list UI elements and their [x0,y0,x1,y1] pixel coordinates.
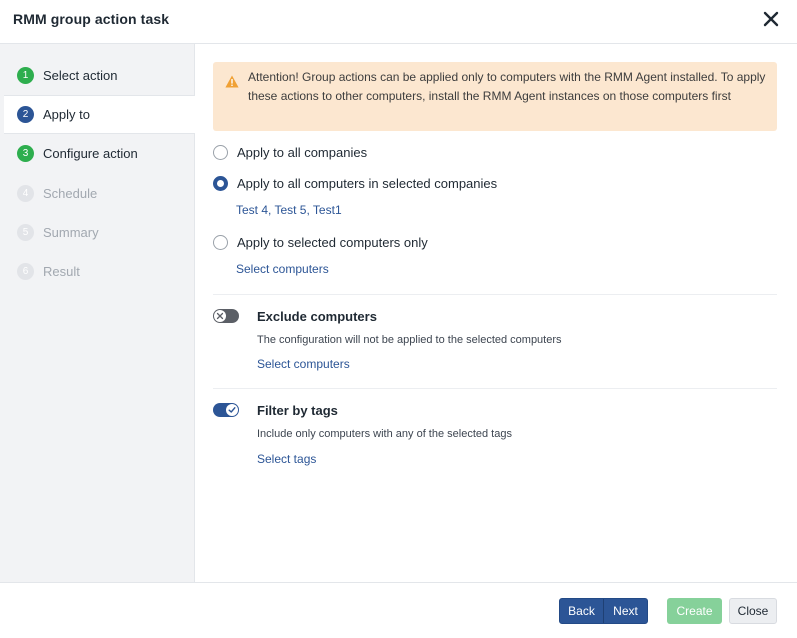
radio-button-checked[interactable] [213,176,228,191]
step-apply-to[interactable]: 2 Apply to [4,95,195,134]
step-schedule: 4 Schedule [4,174,195,213]
filter-by-tags-description: Include only computers with any of the s… [257,428,512,440]
divider [213,388,777,389]
step-number: 6 [17,263,34,280]
back-next-group: Back Next [559,598,648,624]
exclude-computers-description: The configuration will not be applied to… [257,334,562,346]
step-number: 2 [17,106,34,123]
warning-icon [225,75,239,88]
alert-text: Attention! Group actions can be applied … [248,70,766,103]
select-computers-link[interactable]: Select computers [236,262,329,276]
divider [213,294,777,295]
dialog: RMM group action task 1 Select action 2 … [0,0,797,638]
radio-apply-all-companies[interactable]: Apply to all companies [213,145,367,160]
step-label: Configure action [43,146,138,161]
step-select-action[interactable]: 1 Select action [4,56,195,95]
exclude-select-computers-link[interactable]: Select computers [257,357,350,371]
step-label: Apply to [43,107,90,122]
step-label: Schedule [43,186,98,201]
radio-button[interactable] [213,235,228,250]
close-icon[interactable] [760,8,782,30]
step-configure-action[interactable]: 3 Configure action [4,134,195,173]
step-label: Summary [43,225,99,240]
step-number: 1 [17,67,34,84]
wizard-steps: 1 Select action 2 Apply to 3 Configure a… [0,44,195,582]
radio-apply-selected-computers[interactable]: Apply to selected computers only [213,235,428,250]
selected-companies-link[interactable]: Test 4, Test 5, Test1 [236,203,342,217]
close-button[interactable]: Close [729,598,777,624]
dialog-footer: Back Next Create Close [0,582,797,638]
checkmark-icon [226,404,238,416]
radio-apply-selected-companies[interactable]: Apply to all computers in selected compa… [213,176,497,191]
exclude-computers-toggle[interactable] [213,309,239,323]
exclude-computers-title: Exclude computers [257,309,377,324]
next-button[interactable]: Next [603,599,647,623]
dialog-header: RMM group action task [0,0,797,44]
step-number: 4 [17,185,34,202]
step-label: Result [43,264,80,279]
dialog-title: RMM group action task [13,11,170,27]
radio-label: Apply to all companies [237,145,368,160]
attention-alert: Attention! Group actions can be applied … [213,62,777,131]
radio-label: Apply to selected computers only [237,235,428,250]
step-label: Select action [43,68,118,83]
step-summary: 5 Summary [4,213,195,252]
radio-button[interactable] [213,145,228,160]
filter-by-tags-title: Filter by tags [257,403,338,418]
back-button[interactable]: Back [560,599,603,623]
step-number: 3 [17,145,34,162]
filter-by-tags-toggle[interactable] [213,403,239,417]
radio-label: Apply to all computers in selected compa… [237,176,498,191]
create-button[interactable]: Create [667,598,722,624]
step-result: 6 Result [4,252,195,291]
select-tags-link[interactable]: Select tags [257,452,316,466]
toggle-off-icon [214,310,226,322]
step-number: 5 [17,224,34,241]
